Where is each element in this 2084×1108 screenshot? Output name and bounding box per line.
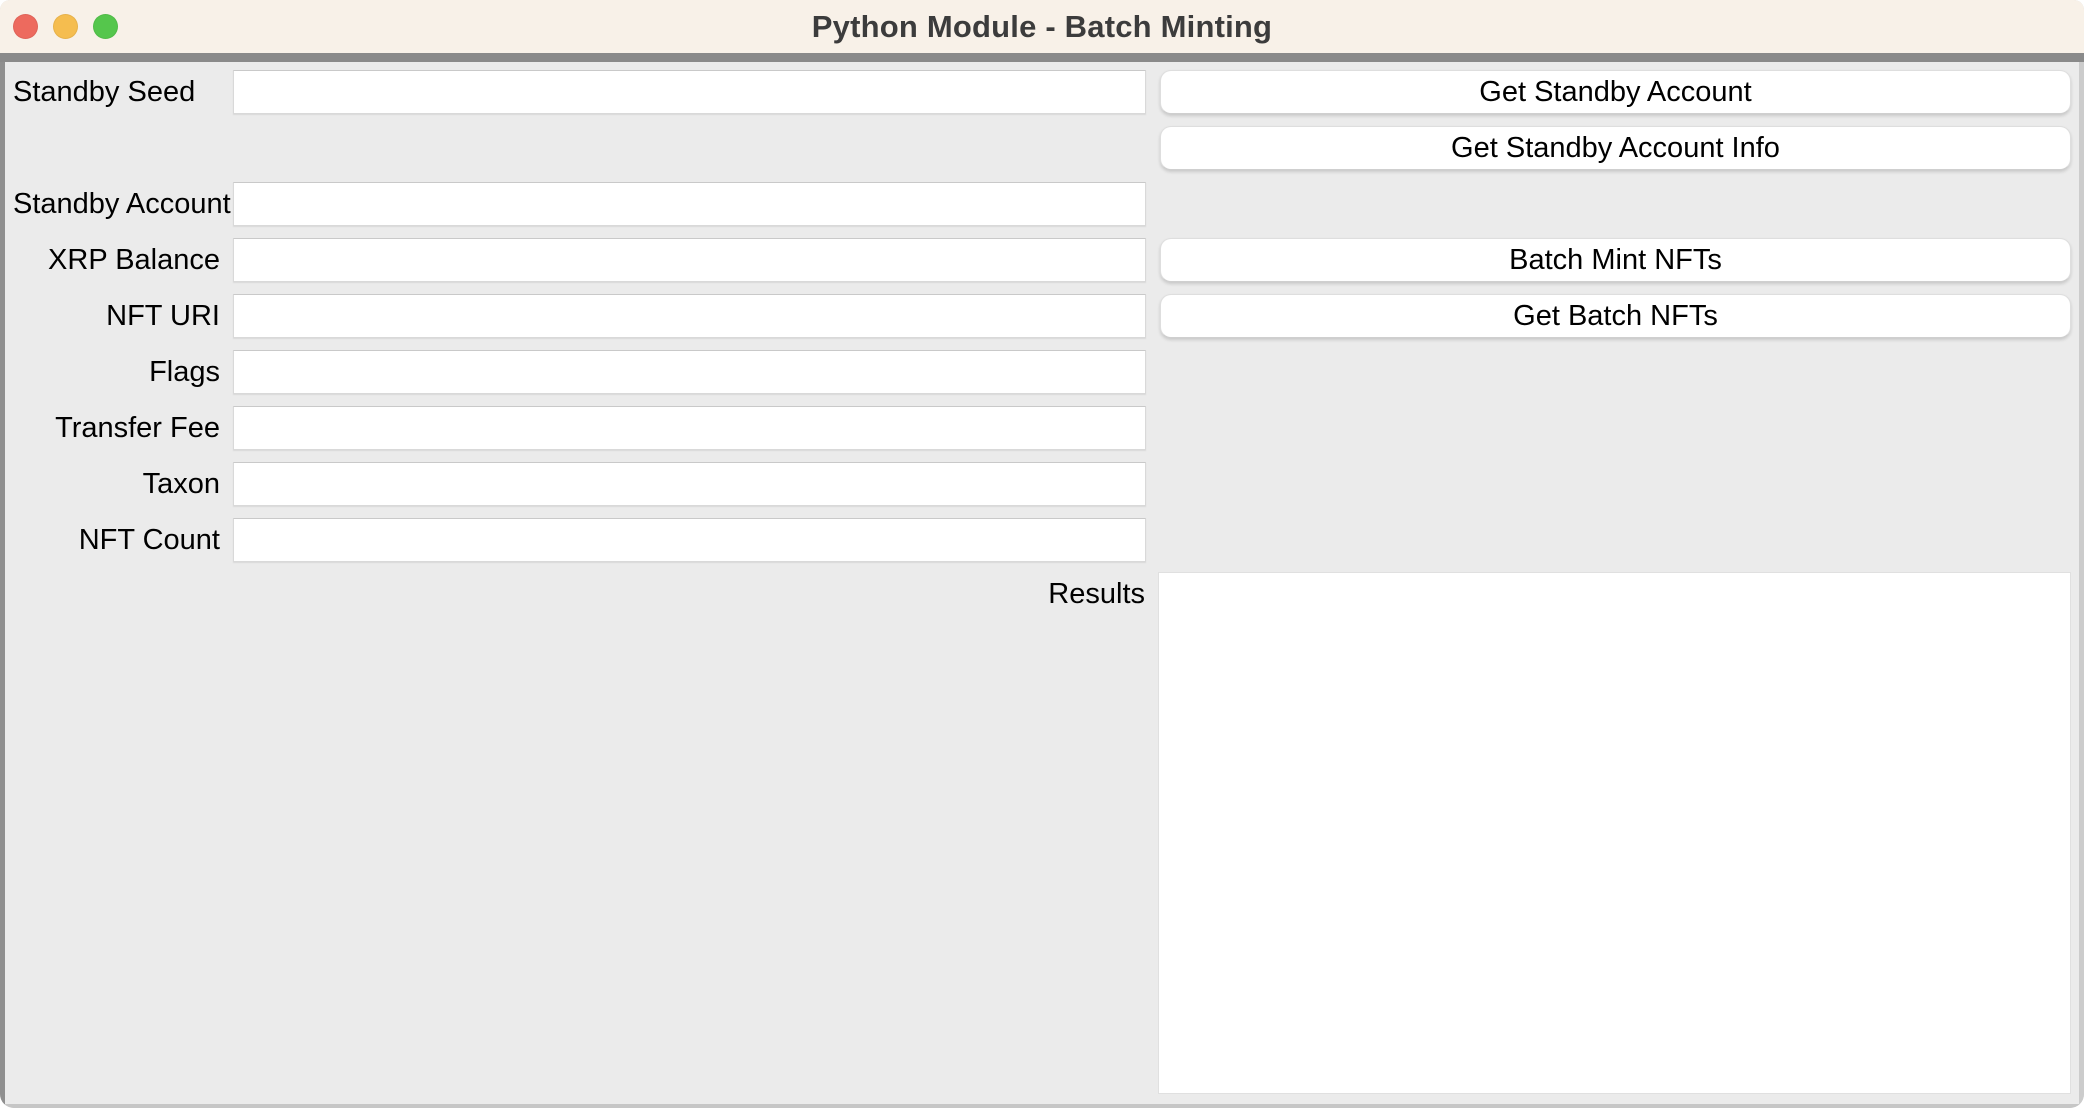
standby-seed-input[interactable]: [233, 70, 1146, 114]
minimize-button[interactable]: [53, 14, 78, 39]
app-window: Python Module - Batch Minting Standby Se…: [0, 0, 2084, 1108]
titlebar[interactable]: Python Module - Batch Minting: [0, 0, 2084, 53]
window-title: Python Module - Batch Minting: [0, 0, 2084, 53]
main-content: Standby Seed Standby Account XRP Balance…: [5, 62, 2079, 1104]
flags-label: Flags: [13, 350, 220, 394]
results-label: Results: [885, 572, 1145, 616]
nft-uri-input[interactable]: [233, 294, 1146, 338]
transfer-fee-label: Transfer Fee: [13, 406, 220, 450]
xrp-balance-input[interactable]: [233, 238, 1146, 282]
standby-account-label: Standby Account: [13, 182, 220, 226]
nft-count-input[interactable]: [233, 518, 1146, 562]
results-textarea[interactable]: [1158, 572, 2071, 1094]
taxon-label: Taxon: [13, 462, 220, 506]
get-standby-account-info-button[interactable]: Get Standby Account Info: [1160, 126, 2071, 170]
transfer-fee-input[interactable]: [233, 406, 1146, 450]
standby-account-input[interactable]: [233, 182, 1146, 226]
nft-count-label: NFT Count: [13, 518, 220, 562]
xrp-balance-label: XRP Balance: [13, 238, 220, 282]
flags-input[interactable]: [233, 350, 1146, 394]
close-button[interactable]: [13, 14, 38, 39]
taxon-input[interactable]: [233, 462, 1146, 506]
window-frame-bottom: [0, 1104, 2084, 1108]
get-standby-account-button[interactable]: Get Standby Account: [1160, 70, 2071, 114]
window-frame-top: [0, 53, 2084, 62]
batch-mint-nfts-button[interactable]: Batch Mint NFTs: [1160, 238, 2071, 282]
standby-seed-label: Standby Seed: [13, 70, 220, 114]
nft-uri-label: NFT URI: [13, 294, 220, 338]
zoom-button[interactable]: [93, 14, 118, 39]
traffic-lights: [13, 14, 118, 39]
window-frame-right: [2079, 62, 2084, 1108]
get-batch-nfts-button[interactable]: Get Batch NFTs: [1160, 294, 2071, 338]
